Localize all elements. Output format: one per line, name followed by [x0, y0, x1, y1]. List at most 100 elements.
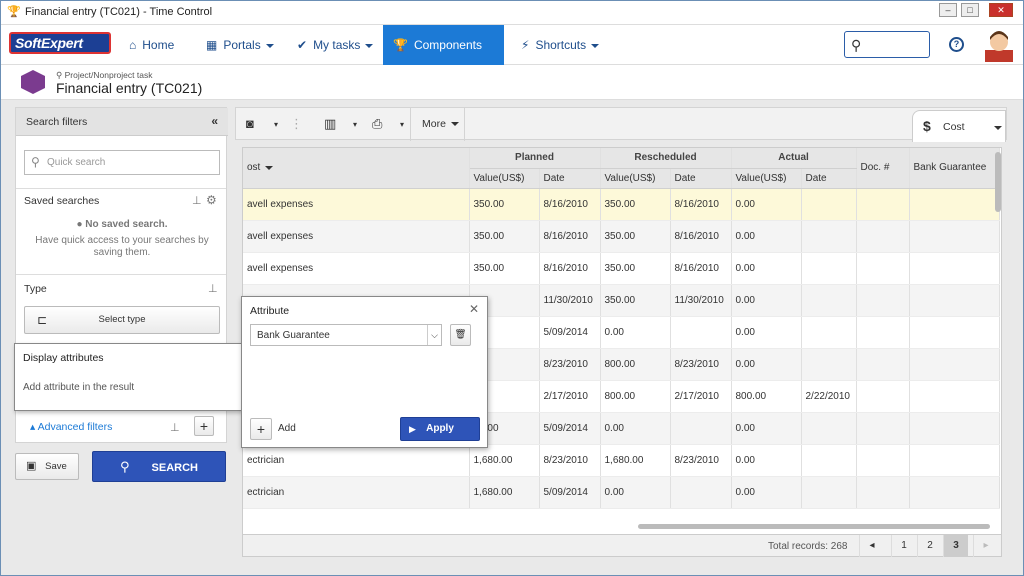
attribute-select[interactable]: Bank Guarantee ⌵ [250, 324, 442, 346]
next-page-button[interactable]: ▸ [973, 535, 998, 557]
trash-icon: 🗑 [454, 329, 467, 340]
column-group-rescheduled: Rescheduled [600, 148, 732, 169]
column-header-bank-guarantee[interactable]: Bank Guarantee [909, 148, 1000, 189]
check-icon: ✔ [297, 38, 308, 52]
cell-ad [801, 412, 857, 445]
page-title: Financial entry (TC021) [56, 80, 203, 96]
nav-home[interactable]: ⌂ Home [119, 25, 184, 65]
chart-icon[interactable]: ▥ [324, 116, 336, 132]
close-window-button[interactable]: ✕ [989, 3, 1013, 17]
search-filters-sidebar: Search filters « ⚲ Quick search Saved se… [15, 107, 228, 567]
nav-components-label: Components [413, 38, 482, 52]
add-attribute-button[interactable]: + [250, 418, 272, 440]
advanced-filters-label: Advanced filters [37, 421, 113, 433]
column-header-cost[interactable]: ost [243, 148, 470, 189]
cell-doc [856, 444, 910, 477]
grid-footer: Total records: 268 ◂ 1 2 3 ▸ [242, 535, 1002, 557]
column-header-doc[interactable]: Doc. # [856, 148, 910, 189]
search-icon: ⚲ [31, 155, 40, 169]
table-row[interactable]: ectrician 1,680.00 8/23/2010 1,680.00 8/23/2… [243, 444, 1000, 477]
print-icon[interactable]: ⎙ [372, 116, 382, 132]
cell-doc [856, 316, 910, 349]
column-header-planned-value[interactable]: Value(US$) [469, 168, 540, 189]
chevron-down-icon[interactable]: ▾ [274, 120, 278, 129]
cell-bank [909, 380, 1000, 413]
cell-doc [856, 412, 910, 445]
hierarchy-icon: ⋮ [290, 116, 303, 131]
cell-ad [801, 444, 857, 477]
cell-rd: 8/23/2010 [670, 348, 732, 381]
prev-page-button[interactable]: ◂ [859, 535, 884, 557]
cell-rv: 350.00 [600, 284, 671, 317]
page-3-button[interactable]: 3 [943, 535, 968, 557]
page-2-button[interactable]: 2 [917, 535, 942, 557]
nav-portals[interactable]: ▦ Portals [196, 25, 284, 65]
close-icon[interactable]: ✕ [469, 302, 479, 316]
display-attributes-popover: Display attributes Add attribute in the … [14, 343, 242, 411]
cell-rv: 350.00 [600, 252, 671, 285]
divider [16, 274, 226, 275]
user-avatar[interactable] [985, 28, 1013, 62]
chevron-down-icon[interactable]: ▾ [353, 120, 357, 129]
column-header-actual-date[interactable]: Date [801, 168, 857, 189]
table-row[interactable]: avell expenses 350.00 8/16/2010 350.00 8/16/… [243, 220, 1000, 253]
horizontal-scrollbar[interactable] [638, 524, 990, 529]
save-icon: ▣ [26, 460, 37, 472]
cell-rv: 350.00 [600, 220, 671, 253]
column-header-rescheduled-date[interactable]: Date [670, 168, 732, 189]
pin-icon[interactable]: ⊥ [208, 282, 218, 295]
pin-icon[interactable]: ⊥ [170, 421, 180, 434]
cell-ad [801, 252, 857, 285]
view-icon[interactable]: ◙ [246, 116, 254, 131]
title-bar: 🏆 Financial entry (TC021) - Time Control… [1, 1, 1023, 25]
table-row[interactable]: avell expenses 350.00 8/16/2010 350.00 8/16/… [243, 188, 1000, 221]
no-saved-hint: Have quick access to your searches by sa… [35, 235, 209, 258]
gear-icon[interactable]: ⚙ [206, 193, 217, 207]
table-row[interactable]: avell expenses 350.00 8/16/2010 350.00 8/16/… [243, 252, 1000, 285]
minimize-button[interactable]: – [939, 3, 957, 17]
nav-my-tasks-label: My tasks [313, 38, 361, 52]
global-search-input[interactable]: ⚲ [844, 31, 930, 58]
search-button[interactable]: ⚲ SEARCH [92, 451, 226, 482]
add-filter-button[interactable]: + [194, 416, 214, 436]
vertical-scrollbar[interactable] [995, 152, 1001, 212]
delete-attribute-button[interactable]: 🗑 [450, 324, 471, 346]
maximize-button[interactable]: □ [961, 3, 979, 17]
more-menu[interactable]: More [422, 118, 459, 130]
quick-search-placeholder: Quick search [47, 157, 106, 168]
chevron-down-icon[interactable]: ▾ [400, 120, 404, 129]
page-1-button[interactable]: 1 [891, 535, 916, 557]
select-type-button[interactable]: ⊏ Select type [24, 306, 220, 334]
advanced-filters-toggle[interactable]: ▴ Advanced filters [30, 421, 112, 433]
add-attribute-label[interactable]: Add [278, 423, 296, 434]
tab-cost[interactable]: $ Cost [912, 110, 1006, 142]
toolbar-separator [410, 108, 411, 141]
display-attributes-hint: Add attribute in the result [23, 382, 135, 393]
cell-pd: 8/23/2010 [539, 444, 601, 477]
cell-ad [801, 316, 857, 349]
column-header-rescheduled-value[interactable]: Value(US$) [600, 168, 671, 189]
chevron-left-icon: ◂ [869, 540, 875, 551]
nav-my-tasks[interactable]: ✔ My tasks [287, 25, 383, 65]
cell-pv: 1,680.00 [469, 476, 540, 509]
apply-label: Apply [426, 423, 454, 434]
help-icon[interactable]: ? [949, 37, 964, 52]
advanced-filters-row: ▴ Advanced filters ⊥ + [15, 411, 227, 443]
column-header-actual-value[interactable]: Value(US$) [731, 168, 802, 189]
apply-button[interactable]: ▶ Apply [400, 417, 480, 441]
pin-icon[interactable]: ⊥ [192, 194, 202, 207]
cell-cost: ectrician [243, 476, 470, 509]
quick-search-input[interactable]: ⚲ Quick search [24, 150, 220, 175]
collapse-icon[interactable]: « [211, 114, 218, 128]
save-button[interactable]: ▣ Save [15, 453, 79, 480]
app-window: 🏆 Financial entry (TC021) - Time Control… [0, 0, 1024, 576]
nav-shortcuts[interactable]: ⚡ Shortcuts [511, 25, 609, 65]
cell-av: 0.00 [731, 252, 802, 285]
cell-doc [856, 476, 910, 509]
total-records: Total records: 268 [768, 541, 848, 552]
column-header-planned-date[interactable]: Date [539, 168, 601, 189]
search-label: SEARCH [151, 462, 198, 474]
nav-components[interactable]: 🏆 Components [383, 25, 504, 88]
cell-cost: ectrician [243, 444, 470, 477]
table-row[interactable]: ectrician 1,680.00 5/09/2014 0.00 0.00 [243, 476, 1000, 509]
